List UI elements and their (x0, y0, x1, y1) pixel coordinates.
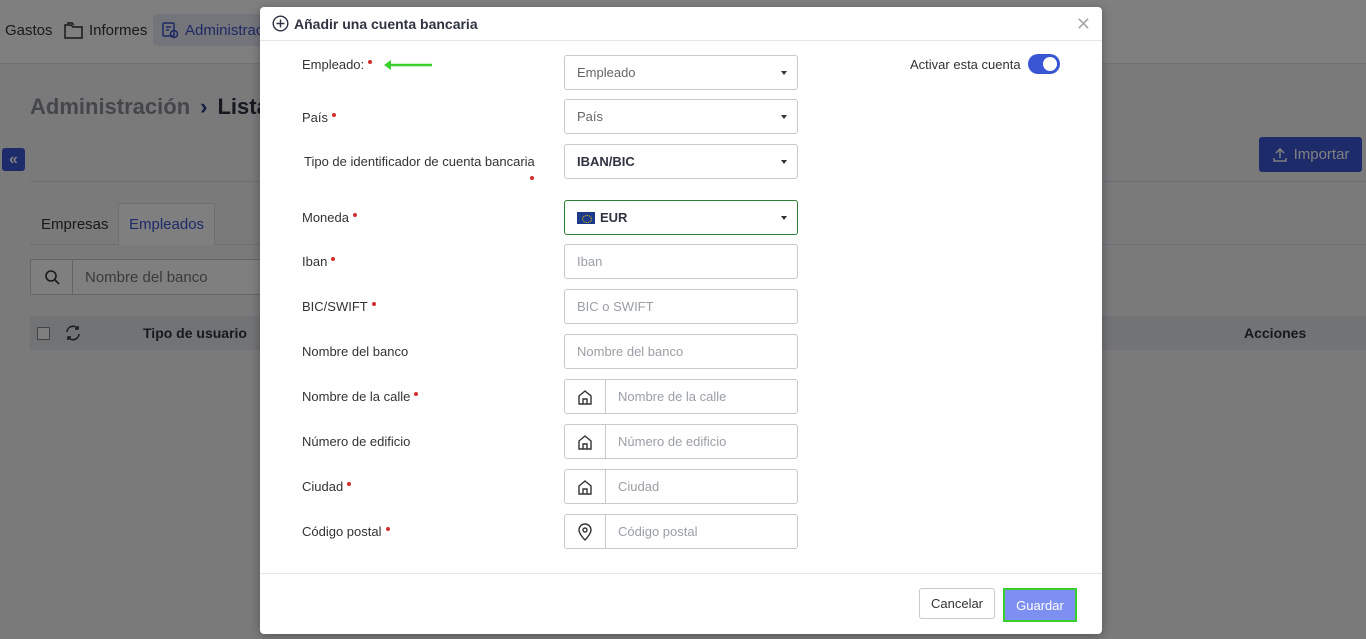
map-pin-icon (565, 515, 606, 548)
activate-account-label: Activar esta cuenta (910, 57, 1021, 72)
banco-placeholder: Nombre del banco (577, 344, 684, 359)
cancel-label: Cancelar (930, 596, 984, 611)
calle-input[interactable]: Nombre de la calle (564, 379, 798, 414)
dialog-title: Añadir una cuenta bancaria (294, 15, 478, 32)
tipo-label-text: Tipo de identificador de cuenta bancaria (304, 154, 535, 169)
bic-input[interactable]: BIC o SWIFT (564, 289, 798, 324)
pais-select[interactable]: País (564, 99, 798, 134)
pais-label: País (302, 110, 337, 125)
required-indicator (414, 392, 419, 396)
iban-label: Iban (302, 254, 336, 269)
edificio-label-text: Número de edificio (302, 434, 411, 449)
calle-label-text: Nombre de la calle (302, 389, 411, 404)
tipo-identificador-select[interactable]: IBAN/BIC (564, 144, 798, 179)
empleado-placeholder: Empleado (577, 65, 636, 80)
pais-label-text: País (302, 110, 329, 125)
ciudad-label: Ciudad (302, 479, 352, 494)
bic-label-text: BIC/SWIFT (302, 299, 368, 314)
caret-down-icon (781, 115, 787, 119)
tipo-value: IBAN/BIC (577, 154, 635, 169)
save-button[interactable]: Guardar (1003, 588, 1077, 622)
caret-down-icon (781, 216, 787, 220)
moneda-label-text: Moneda (302, 210, 349, 225)
required-indicator (347, 482, 352, 486)
calle-label: Nombre de la calle (302, 389, 419, 404)
postal-label-text: Código postal (302, 524, 382, 539)
dialog-footer: Cancelar Guardar (260, 573, 1102, 634)
ciudad-input[interactable]: Ciudad (564, 469, 798, 504)
close-icon[interactable]: ✕ (1076, 15, 1091, 33)
eu-flag-icon (577, 211, 595, 224)
iban-placeholder: Iban (577, 254, 603, 269)
caret-down-icon (781, 71, 787, 75)
home-icon (565, 470, 606, 503)
required-indicator (368, 60, 373, 64)
required-indicator (371, 302, 376, 306)
required-indicator (530, 176, 534, 180)
edificio-input[interactable]: Número de edificio (564, 424, 798, 459)
postal-input[interactable]: Código postal (564, 514, 798, 549)
edificio-label: Número de edificio (302, 434, 410, 449)
caret-down-icon (781, 160, 787, 164)
postal-placeholder: Código postal (618, 524, 698, 539)
arrow-left-icon (384, 60, 432, 70)
calle-placeholder: Nombre de la calle (618, 389, 727, 404)
banco-label-text: Nombre del banco (302, 344, 409, 359)
bic-label: BIC/SWIFT (302, 299, 376, 314)
pais-placeholder: País (577, 109, 604, 124)
activate-account-toggle[interactable] (1028, 54, 1060, 74)
banco-input[interactable]: Nombre del banco (564, 334, 798, 369)
moneda-value: EUR (600, 210, 628, 225)
banco-label: Nombre del banco (302, 344, 408, 359)
empleado-label: Empleado: (302, 57, 373, 72)
moneda-select[interactable]: EUR (564, 200, 798, 235)
home-icon (565, 380, 606, 413)
plus-circle-icon (272, 15, 289, 32)
ciudad-placeholder: Ciudad (618, 479, 660, 494)
moneda-label: Moneda (302, 210, 357, 225)
iban-label-text: Iban (302, 254, 328, 269)
iban-input[interactable]: Iban (564, 244, 798, 279)
bic-placeholder: BIC o SWIFT (577, 299, 654, 314)
empleado-label-text: Empleado: (302, 57, 365, 72)
home-icon (565, 425, 606, 458)
cancel-button[interactable]: Cancelar (919, 588, 995, 619)
empleado-select[interactable]: Empleado (564, 55, 798, 90)
required-indicator (385, 527, 390, 531)
required-indicator (352, 213, 357, 217)
add-bank-account-dialog: Añadir una cuenta bancaria ✕ Empleado: E… (260, 7, 1102, 634)
tipo-identificador-label: Tipo de identificador de cuenta bancaria (304, 152, 544, 190)
required-indicator (332, 113, 337, 117)
dialog-header: Añadir una cuenta bancaria (260, 7, 1102, 41)
edificio-placeholder: Número de edificio (618, 434, 727, 449)
postal-label: Código postal (302, 524, 390, 539)
ciudad-label-text: Ciudad (302, 479, 344, 494)
required-indicator (331, 257, 336, 261)
save-label: Guardar (1016, 597, 1064, 613)
